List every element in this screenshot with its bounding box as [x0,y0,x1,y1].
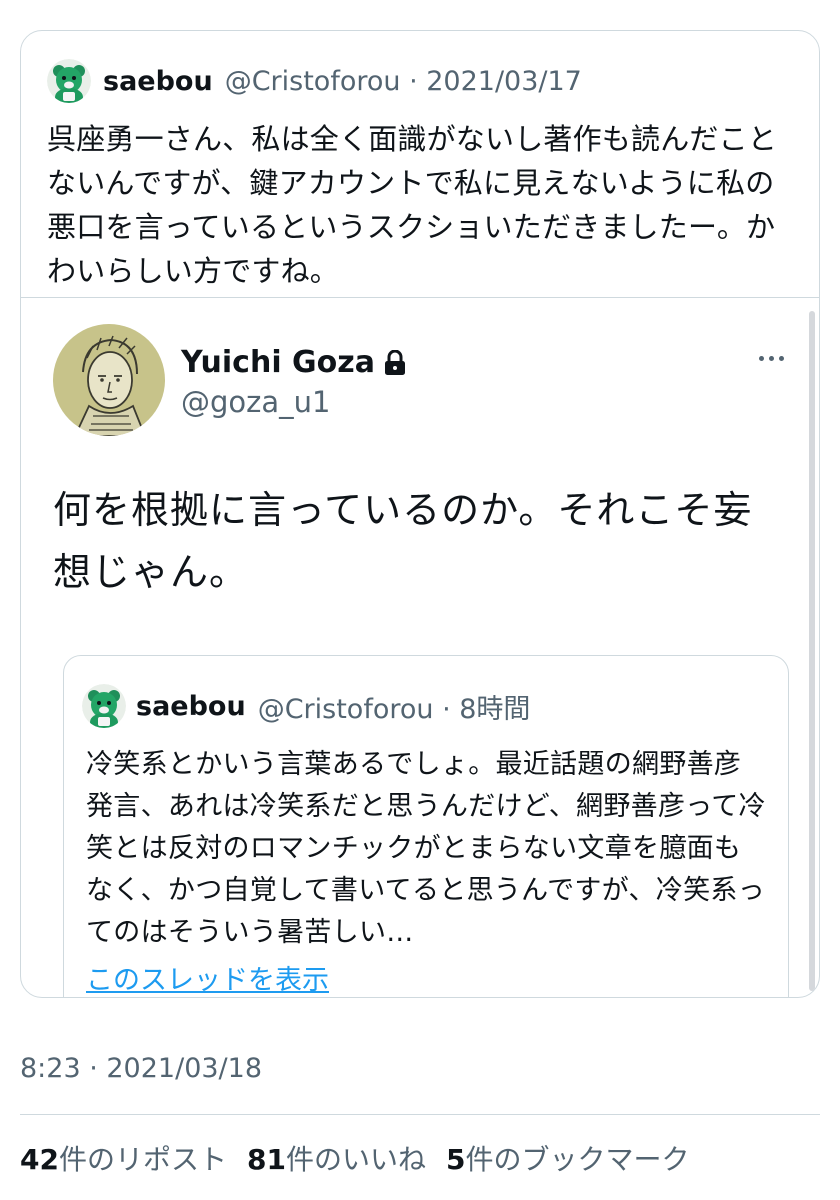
more-icon[interactable] [754,348,788,368]
quoted-tweet-card[interactable]: saebou @Cristoforou · 8時間 冷笑系とかいう言葉あるでしょ… [63,655,789,997]
tweet-timestamp[interactable]: 8:23 · 2021/03/18 [20,1053,262,1084]
likes-stat[interactable]: 81件のいいね [247,1138,426,1178]
bear-avatar-icon[interactable] [82,684,126,728]
sketch-portrait-avatar-icon[interactable] [53,324,165,436]
likes-label: 件のいいね [285,1143,426,1176]
quoted-author-name[interactable]: saebou [136,691,246,722]
reposts-stat[interactable]: 42件のリポスト [20,1138,227,1178]
bookmarks-stat[interactable]: 5件のブックマーク [446,1138,690,1178]
tweet-author-name[interactable]: Yuichi Goza [181,345,375,380]
bear-avatar-icon[interactable] [47,59,91,103]
bookmarks-count: 5 [445,1143,466,1176]
tweet-author-handle[interactable]: @goza_u1 [181,385,330,419]
quoted-text: 冷笑系とかいう言葉あるでしょ。最近話題の網野善彦発言、あれは冷笑系だと思うんだけ… [86,749,766,948]
show-thread-link[interactable]: このスレッドを表示 [86,958,329,997]
bookmarks-label: 件のブックマーク [465,1143,690,1176]
scrollbar[interactable] [809,311,815,991]
tweet-author-name-row[interactable]: Yuichi Goza [181,345,407,380]
card-divider [21,297,819,298]
reposts-count: 42 [20,1143,59,1176]
quote-author-name[interactable]: saebou [103,66,213,97]
quoted-handle-time[interactable]: @Cristoforou · 8時間 [258,687,531,726]
quoted-header: saebou @Cristoforou · 8時間 [82,684,530,728]
reposts-label: 件のリポスト [58,1143,227,1176]
likes-count: 81 [246,1143,286,1176]
quote-handle-date[interactable]: @Cristoforou · 2021/03/17 [225,66,582,97]
lock-icon [385,349,405,375]
engagement-stats: 42件のリポスト 81件のいいね 5件のブックマーク [20,1138,709,1178]
quote-tweet-card[interactable]: saebou @Cristoforou · 2021/03/17 呉座勇一さん、… [20,30,820,998]
tweet-text: 何を根拠に言っているのか。それこそ妄想じゃん。 [53,488,753,594]
stats-divider [20,1114,820,1115]
quote-text: 呉座勇一さん、私は全く面識がないし著作も読んだことないんですが、鍵アカウントで私… [47,122,778,288]
quote-header: saebou @Cristoforou · 2021/03/17 [47,59,582,103]
